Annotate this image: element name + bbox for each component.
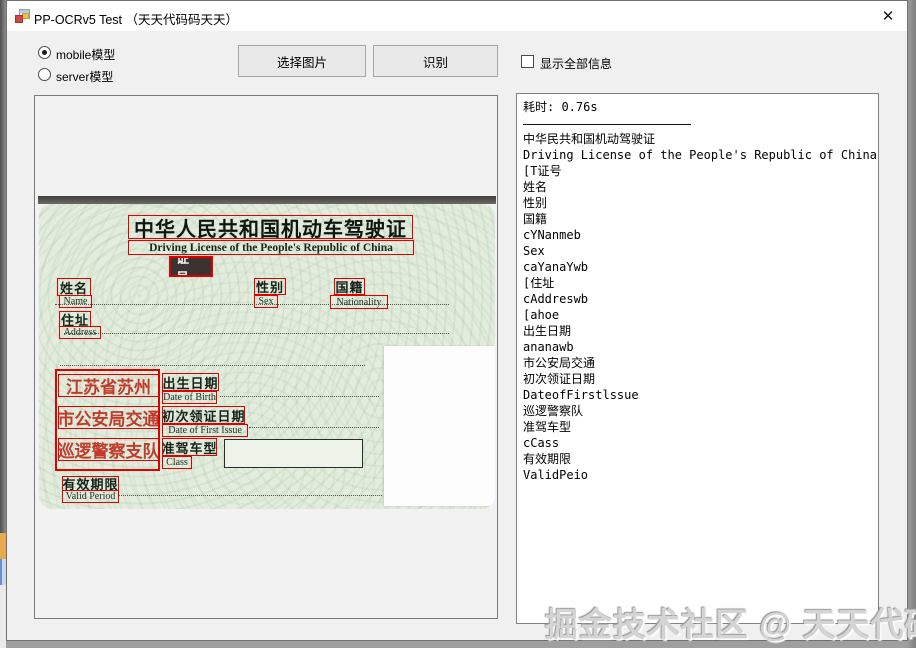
- license-subtitle: Driving License of the People's Republic…: [149, 242, 393, 254]
- ocr-result-line: DateofFirstlssue: [523, 387, 878, 403]
- ocr-result-line: 出生日期: [523, 323, 878, 339]
- ocr-box-first-issue-cn: 初次领证日期: [162, 406, 245, 424]
- ocr-box-stamp-3: 巡逻警察支队: [58, 438, 159, 461]
- label-nationality-en: Nationality: [337, 297, 382, 308]
- ocr-box-name-cn: 姓名: [57, 278, 91, 296]
- label-birth-en: Date of Birth: [163, 392, 216, 403]
- ocr-result-line: cAddreswb: [523, 291, 878, 307]
- ocr-box-stamp-1: 江苏省苏州: [58, 374, 159, 397]
- license-image: 中华人民共和国机动车驾驶证 Driving License of the Peo…: [38, 196, 496, 514]
- ocr-box-class-en: Class: [162, 456, 192, 469]
- radio-server-label[interactable]: server模型: [56, 68, 113, 85]
- ocr-box-name-en: Name: [59, 295, 92, 308]
- ocr-result-line: ValidPeio: [523, 467, 878, 483]
- ocr-result-line: Sex: [523, 243, 878, 259]
- image-preview-panel: 中华人民共和国机动车驾驶证 Driving License of the Peo…: [34, 95, 498, 619]
- stamp-line-1: 江苏省苏州: [66, 374, 151, 397]
- form-line: [64, 333, 449, 334]
- ocr-box-address-cn: 住址: [59, 311, 91, 327]
- ocr-result-line: 市公安局交通: [523, 355, 878, 371]
- stamp-line-2: 市公安局交通: [58, 406, 159, 429]
- class-value-box: [224, 439, 363, 468]
- window-shadow-right: [908, 0, 916, 648]
- ocr-box-nationality-en: Nationality: [330, 295, 388, 309]
- ocr-box-sex-cn: 性别: [254, 278, 286, 295]
- label-class-en: Class: [166, 457, 188, 468]
- label-address-en: Address: [64, 327, 97, 338]
- select-image-button[interactable]: 选择图片: [238, 45, 366, 77]
- label-name-en: Name: [64, 296, 88, 307]
- label-valid-cn: 有效期限: [63, 476, 119, 491]
- ocr-result-line: [ahoe: [523, 307, 878, 323]
- ocr-box-address-en: Address: [59, 326, 101, 339]
- ocr-result-lines: 中华民共和国机动驾驶证Driving License of the People…: [523, 131, 878, 483]
- ocr-result-line: caYanaYwb: [523, 259, 878, 275]
- ocr-result-line: Driving License of the People's Republic…: [523, 147, 878, 163]
- label-valid-en: Valid Period: [66, 491, 116, 502]
- form-line: [220, 396, 379, 397]
- label-birth-cn: 出生日期: [163, 373, 219, 391]
- license-image-top-edge: [38, 196, 496, 204]
- ocr-box-birth-en: Date of Birth: [162, 391, 217, 404]
- label-first-issue-cn: 初次领证日期: [162, 406, 245, 424]
- ocr-box-first-issue-en: Date of First Issue: [162, 424, 248, 437]
- ocr-box-nationality-cn: 国籍: [334, 278, 365, 295]
- ocr-box-subtitle: Driving License of the People's Republic…: [128, 240, 414, 255]
- ocr-result-line: 国籍: [523, 211, 878, 227]
- recognize-button[interactable]: 识别: [373, 45, 498, 77]
- app-icon: [15, 9, 31, 24]
- license-number-badge: 证 号: [169, 256, 213, 277]
- ocr-result-line: [T证号: [523, 163, 878, 179]
- window-title: PP-OCRv5 Test （天天代码码天天）: [34, 9, 238, 28]
- form-line: [249, 427, 379, 428]
- stamp-line-3: 巡逻警察支队: [58, 438, 159, 461]
- ocr-result-line: 姓名: [523, 179, 878, 195]
- license-card: 中华人民共和国机动车驾驶证 Driving License of the Peo…: [39, 204, 495, 509]
- ocr-box-valid-cn: 有效期限: [62, 476, 119, 491]
- ocr-result-line: 中华民共和国机动驾驶证: [523, 131, 878, 147]
- ocr-result-line: ananawb: [523, 339, 878, 355]
- ocr-result-line: [住址: [523, 275, 878, 291]
- label-sex-en: Sex: [259, 296, 274, 307]
- photo-area: [384, 346, 495, 506]
- checkbox-label[interactable]: 显示全部信息: [540, 55, 612, 72]
- ocr-box-sex-en: Sex: [254, 295, 278, 308]
- ocr-result-line: 巡逻警察队: [523, 403, 878, 419]
- ocr-result-textbox[interactable]: 耗时: 0.76s 中华民共和国机动驾驶证Driving License of …: [516, 93, 879, 624]
- label-first-issue-en: Date of First Issue: [168, 425, 242, 436]
- label-address-cn: 住址: [61, 311, 89, 327]
- ocr-result-line: 准驾车型: [523, 419, 878, 435]
- screen: PP-OCRv5 Test （天天代码码天天） ✕ mobile模型 serve…: [0, 0, 916, 648]
- ocr-box-class-cn: 准驾车型: [162, 438, 217, 456]
- ocr-result-line: cYNanmeb: [523, 227, 878, 243]
- elapsed-time: 耗时: 0.76s: [523, 99, 878, 115]
- ocr-result-line: 初次领证日期: [523, 371, 878, 387]
- label-nationality-cn: 国籍: [335, 278, 363, 295]
- label-name-cn: 姓名: [60, 278, 88, 296]
- label-sex-cn: 性别: [256, 278, 284, 295]
- form-line: [119, 495, 382, 496]
- form-line: [60, 365, 365, 366]
- ocr-box-title: 中华人民共和国机动车驾驶证: [128, 215, 413, 239]
- license-title: 中华人民共和国机动车驾驶证: [134, 215, 407, 239]
- label-class-cn: 准驾车型: [162, 438, 217, 456]
- ocr-result-line: 有效期限: [523, 451, 878, 467]
- ocr-result-line: cCass: [523, 435, 878, 451]
- result-divider: [523, 115, 878, 131]
- radio-server-circle[interactable]: [38, 68, 51, 81]
- ocr-box-birth-cn: 出生日期: [162, 373, 219, 391]
- titlebar[interactable]: PP-OCRv5 Test （天天代码码天天） ✕: [7, 1, 907, 31]
- ocr-box-stamp-2: 市公安局交通: [58, 406, 159, 429]
- radio-mobile-label[interactable]: mobile模型: [56, 46, 115, 63]
- watermark: 掘金技术社区 @ 天天代码码天天: [545, 598, 916, 646]
- ocr-box-valid-en: Valid Period: [62, 490, 119, 503]
- checkbox-box[interactable]: [521, 55, 534, 68]
- close-icon[interactable]: ✕: [869, 1, 907, 31]
- form-line: [55, 304, 449, 305]
- app-window: PP-OCRv5 Test （天天代码码天天） ✕ mobile模型 serve…: [6, 0, 908, 641]
- ocr-result-line: 性别: [523, 195, 878, 211]
- radio-mobile-circle[interactable]: [38, 46, 51, 59]
